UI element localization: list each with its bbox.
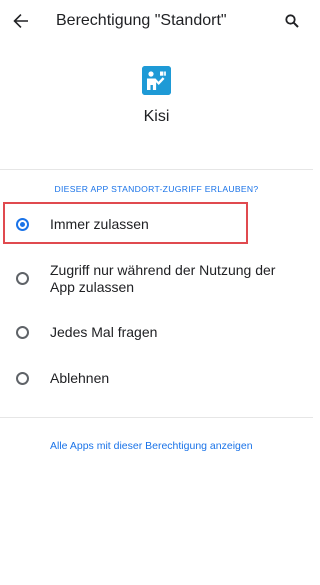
permission-screen: Berechtigung "Standort" Kisi DIESER APP …	[0, 0, 313, 585]
option-deny[interactable]: Ablehnen	[0, 362, 313, 396]
option-label: Zugriff nur während der Nutzung der App …	[50, 262, 276, 295]
arrow-back-icon	[13, 14, 28, 28]
radio-button[interactable]	[16, 372, 29, 385]
kisi-app-icon	[142, 66, 171, 95]
divider	[0, 417, 313, 418]
search-button[interactable]	[279, 8, 305, 34]
radio-button[interactable]	[16, 272, 29, 285]
divider	[0, 169, 313, 170]
option-label: Jedes Mal fragen	[50, 324, 158, 340]
search-icon	[285, 14, 299, 28]
page-title: Berechtigung "Standort"	[56, 12, 227, 29]
option-always-allow[interactable]: Immer zulassen	[0, 205, 313, 243]
all-apps-link[interactable]: Alle Apps mit dieser Berechtigung anzeig…	[50, 440, 270, 453]
option-while-in-use[interactable]: Zugriff nur während der Nutzung der App …	[0, 256, 313, 302]
app-name: Kisi	[143, 108, 170, 125]
section-header: DIESER APP STANDORT-ZUGRIFF ERLAUBEN?	[54, 184, 259, 194]
option-label: Ablehnen	[50, 370, 110, 386]
app-bar: Berechtigung "Standort"	[0, 0, 313, 44]
back-button[interactable]	[8, 8, 34, 34]
radio-button[interactable]	[16, 326, 29, 339]
radio-button-checked[interactable]	[16, 218, 29, 231]
option-label: Immer zulassen	[50, 216, 149, 232]
option-ask-every-time[interactable]: Jedes Mal fragen	[0, 316, 313, 350]
